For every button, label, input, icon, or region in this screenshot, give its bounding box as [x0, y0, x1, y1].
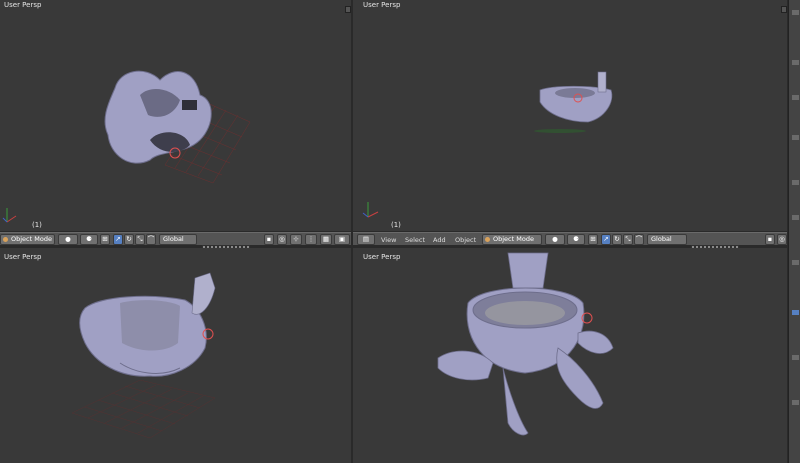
lock-icon[interactable]: ▪: [264, 234, 274, 245]
pivot-select[interactable]: ⚈: [80, 234, 98, 245]
panel-toggle[interactable]: [792, 95, 799, 100]
viewport-bottom-left[interactable]: User Persp: [0, 248, 351, 463]
menu-object[interactable]: Object: [455, 235, 476, 245]
menu-view[interactable]: View: [381, 235, 396, 245]
viewport-bottom-right[interactable]: User Persp: [353, 248, 787, 463]
panel-toggle-active[interactable]: [792, 310, 799, 315]
panel-toggle[interactable]: [792, 400, 799, 405]
manipulator-toggle[interactable]: ⊞: [100, 234, 110, 245]
translate-icon[interactable]: ↗: [601, 234, 611, 245]
menu-select[interactable]: Select: [405, 235, 425, 245]
viewport-scene-bottom-right: [437, 252, 614, 436]
viewport-title: User Persp: [363, 1, 401, 9]
viewport-top-left[interactable]: User Persp (1): [0, 0, 351, 231]
snap-icon[interactable]: ⌒: [146, 234, 156, 245]
panel-toggle[interactable]: [792, 260, 799, 265]
frame-indicator: (1): [32, 221, 42, 229]
lock-icon[interactable]: ▪: [765, 234, 775, 245]
orientation-select[interactable]: Global: [647, 234, 687, 245]
menu-add[interactable]: Add: [433, 235, 446, 245]
viewport-title: User Persp: [4, 1, 42, 9]
render-icon[interactable]: ▦: [320, 234, 332, 245]
viewport-scene-top-left: [2, 70, 251, 223]
frame-indicator: (1): [391, 221, 401, 229]
viewport-corner-button[interactable]: [345, 6, 351, 13]
panel-toggle[interactable]: [792, 60, 799, 65]
mode-label: Object Mode: [493, 235, 534, 243]
axis-gizmo-icon: [362, 202, 379, 218]
proportional-edit-icon[interactable]: ◎: [777, 234, 787, 245]
proportional-edit-icon[interactable]: ◎: [277, 234, 287, 245]
manipulator-toggle[interactable]: ⊞: [588, 234, 598, 245]
opengl-render-icon[interactable]: ▣: [334, 234, 350, 245]
panel-toggle[interactable]: [792, 355, 799, 360]
viewport-corner-button[interactable]: [781, 6, 787, 13]
pivot-select[interactable]: ⚈: [567, 234, 585, 245]
orientation-label: Global: [651, 235, 672, 243]
viewport-header-left: Object Mode ● ⚈ ⊞ ↗ ↻ ⤡ ⌒ Global ▪ ◎ ⊹ ⋮…: [0, 232, 351, 249]
viewport-header-right: ▤ View Select Add Object Object Mode ● ⚈…: [353, 232, 787, 249]
panel-toggle[interactable]: [792, 215, 799, 220]
rotate-icon[interactable]: ↻: [124, 234, 134, 245]
shading-select[interactable]: ●: [545, 234, 565, 245]
mode-icon: [485, 237, 490, 242]
panel-toggle[interactable]: [792, 180, 799, 185]
axis-gizmo-icon: [2, 208, 17, 223]
panel-toggle[interactable]: [792, 135, 799, 140]
orientation-label: Global: [163, 235, 184, 243]
layer-buttons[interactable]: [691, 235, 751, 249]
snap-target-icon[interactable]: ⋮: [305, 234, 317, 245]
layer-buttons[interactable]: [202, 235, 262, 249]
scale-icon[interactable]: ⤡: [135, 234, 145, 245]
translate-icon[interactable]: ↗: [113, 234, 123, 245]
viewport-title: User Persp: [4, 253, 42, 261]
orientation-select[interactable]: Global: [159, 234, 197, 245]
shading-select[interactable]: ●: [58, 234, 78, 245]
scale-icon[interactable]: ⤡: [623, 234, 633, 245]
viewport-scene-bottom-left: [71, 272, 216, 439]
mode-select[interactable]: Object Mode: [482, 234, 542, 245]
properties-panel-edge[interactable]: [788, 0, 800, 463]
mode-label: Object Mode: [11, 235, 52, 243]
snap-element-icon[interactable]: ⊹: [290, 234, 302, 245]
rotate-icon[interactable]: ↻: [612, 234, 622, 245]
viewport-title: User Persp: [363, 253, 401, 261]
mode-select[interactable]: Object Mode: [0, 234, 55, 245]
snap-icon[interactable]: ⌒: [634, 234, 644, 245]
panel-toggle[interactable]: [792, 10, 799, 15]
viewport-scene-top-right: [362, 71, 613, 218]
viewport-top-right[interactable]: User Persp (1): [353, 0, 787, 231]
editor-type-select[interactable]: ▤: [357, 234, 375, 245]
mode-icon: [3, 237, 8, 242]
